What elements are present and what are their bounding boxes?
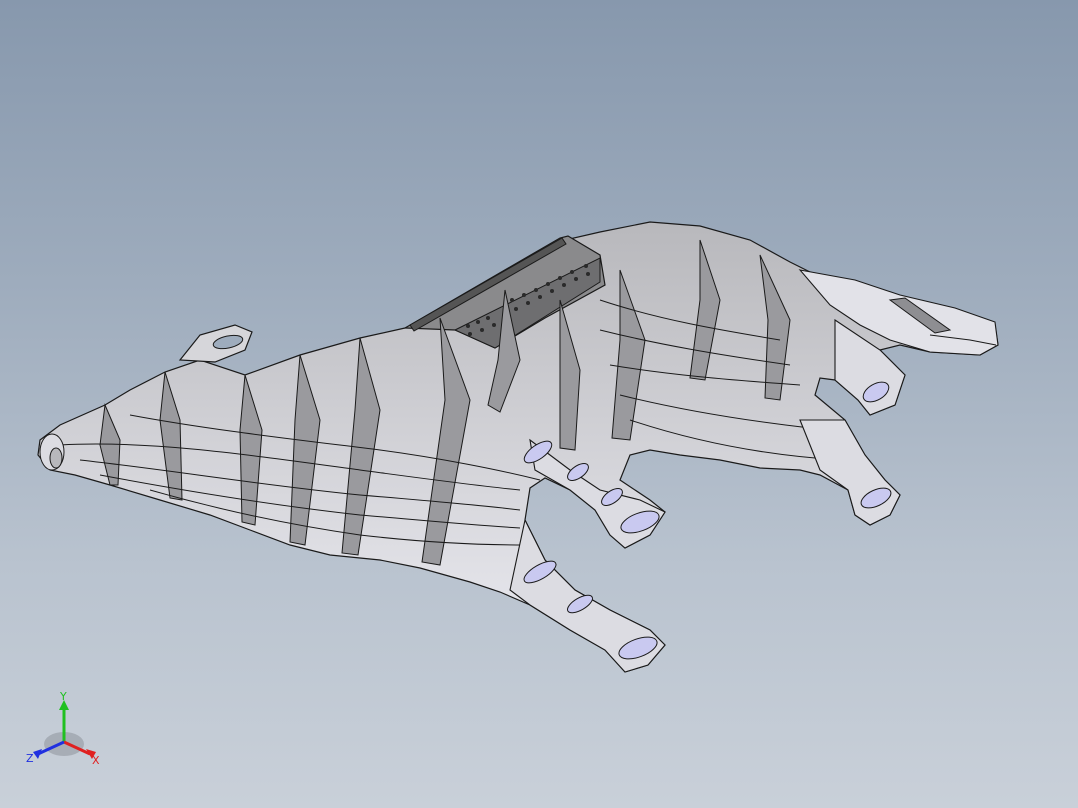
tail-tab bbox=[178, 324, 253, 363]
snout-cap bbox=[39, 433, 65, 471]
z-axis-label: Z bbox=[26, 752, 34, 765]
cad-model-view[interactable] bbox=[0, 0, 1078, 808]
x-axis-label: X bbox=[92, 754, 100, 767]
front-leg-near bbox=[509, 518, 666, 673]
orientation-triad[interactable]: Y X Z bbox=[22, 692, 108, 772]
graphics-viewport[interactable]: Y X Z bbox=[0, 0, 1078, 808]
y-axis-label: Y bbox=[59, 692, 67, 703]
